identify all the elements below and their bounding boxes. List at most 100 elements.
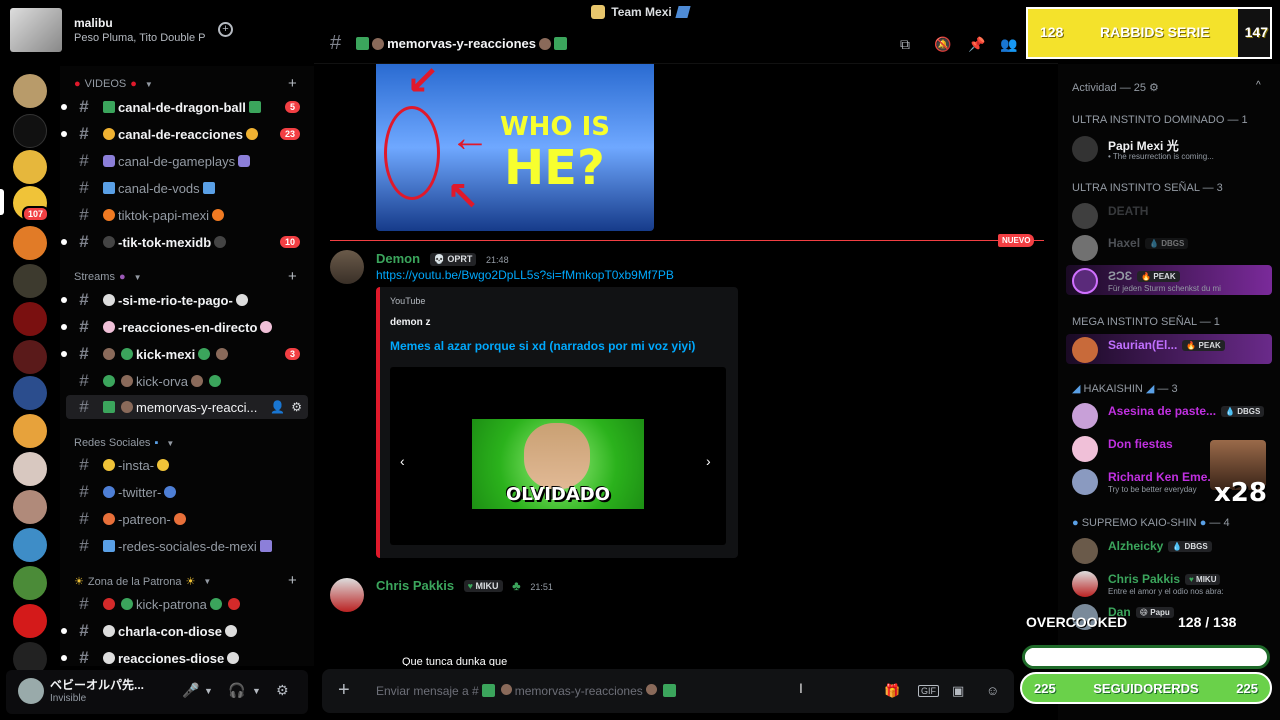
member-item[interactable]: Chris Pakkis ♥ MIKU Entre el amor y el od… [1066, 568, 1272, 598]
channel-twitter[interactable]: # -twitter- [66, 480, 308, 504]
member-name: Richard Ken Eme... [1108, 470, 1218, 484]
category-patrona[interactable]: ☀ Zona de la Patrona ☀ ▼ [74, 575, 211, 589]
member-item[interactable]: ƧƆƐ 🔥 PEAK Für jeden Sturm schenkst du mi [1066, 265, 1272, 295]
chevron-down-icon[interactable]: ▼ [204, 686, 213, 696]
channel-patreon[interactable]: # -patreon- [66, 507, 308, 531]
message-author[interactable]: Chris Pakkis [376, 578, 454, 593]
server-icon-5[interactable] [13, 226, 47, 260]
channel-si-me-rio[interactable]: # -si-me-rio-te-pago- [61, 288, 308, 312]
add-channel-icon[interactable]: + [288, 75, 297, 92]
gear-icon[interactable]: ⚙ [1149, 82, 1159, 94]
message-composer[interactable]: + Enviar mensaje a # memorvas-y-reaccione… [322, 669, 1014, 713]
server-icon-13[interactable] [13, 528, 47, 562]
gif-icon[interactable]: GIF [918, 685, 939, 697]
embed-player[interactable]: ‹ OLVIDADO › [390, 367, 726, 545]
message-link[interactable]: https://youtu.be/Bwgo2DpLL5s?si=fMmkopT0… [376, 268, 674, 282]
channel-gameplays[interactable]: # canal-de-gameplays [66, 149, 308, 173]
server-icon-7[interactable] [13, 302, 47, 336]
member-item[interactable]: Asesina de paste... 💧 DBGS [1066, 400, 1272, 430]
channel-kick-mexi[interactable]: # kick-mexi 3 [61, 342, 308, 366]
rat-emoji-icon [500, 684, 512, 695]
channel-reacciones-diose[interactable]: # reacciones-diose [61, 646, 308, 670]
gear-icon[interactable]: ⚙ [276, 682, 289, 699]
guild-tag-label: PEAK [1198, 341, 1221, 350]
server-icon-8[interactable] [13, 340, 47, 374]
channel-dragon-ball[interactable]: # canal-de-dragon-ball 5 [61, 95, 308, 119]
guild-tag: 💧 DBGS [1221, 406, 1265, 417]
avatar[interactable] [330, 578, 364, 612]
skull-icon [235, 294, 248, 306]
channel-insta[interactable]: # -insta- [66, 453, 308, 477]
member-item[interactable]: Saurian(El... 🔥 PEAK [1066, 334, 1272, 364]
add-channel-icon[interactable]: + [288, 572, 297, 589]
embed-thumbnail[interactable]: OLVIDADO [472, 419, 644, 509]
message-list: ↙ ← ↖ WHO IS HE? NUEVO Demon 💀 OPRT 21:4… [314, 64, 1058, 666]
yellow-circle-icon [103, 459, 115, 471]
channel-tiktok-papi[interactable]: # tiktok-papi-mexi [66, 203, 308, 227]
invite-user-icon[interactable]: 👤 [270, 400, 285, 414]
profile-header[interactable]: malibu Peso Pluma, Tito Double P + [0, 0, 250, 60]
server-icon-3[interactable] [13, 150, 47, 184]
message-author[interactable]: Demon [376, 251, 420, 266]
embed-title[interactable]: Memes al azar porque si xd (narrados por… [390, 339, 695, 353]
server-icon-europa[interactable] [13, 114, 47, 148]
channel-kick-patrona[interactable]: # kick-patrona [66, 592, 308, 616]
add-attachment-icon[interactable]: + [338, 679, 350, 702]
server-icon-12[interactable] [13, 490, 47, 524]
channel-redes-sociales[interactable]: # -redes-sociales-de-mexi [66, 534, 308, 558]
channel-memorvas[interactable]: # memorvas-y-reacci... 👤 ⚙ [66, 395, 308, 419]
member-list-icon[interactable]: 👥 [1000, 36, 1017, 53]
chevron-right-icon[interactable]: › [706, 453, 711, 469]
chevron-up-icon[interactable]: ^ [1256, 80, 1261, 91]
add-status-icon[interactable]: + [218, 22, 233, 37]
server-icon-1[interactable] [13, 74, 47, 108]
chevron-left-icon[interactable]: ‹ [400, 453, 405, 469]
category-redes[interactable]: Redes Sociales ▪ ▼ [74, 437, 174, 449]
server-icon-10[interactable] [13, 414, 47, 448]
pin-icon[interactable]: 📌 [968, 36, 985, 53]
embed-author[interactable]: demon z [390, 317, 431, 328]
orange-circle-icon [103, 513, 115, 525]
channel-charla-diose[interactable]: # charla-con-diose [61, 619, 308, 643]
rose-icon [227, 598, 240, 610]
channel-label: kick-mexi [136, 346, 196, 362]
channel-reacciones[interactable]: # canal-de-reacciones 23 [61, 122, 308, 146]
activity-header: Actividad — 25 ⚙ [1072, 81, 1159, 94]
avatar[interactable] [10, 8, 62, 52]
server-icon-9[interactable] [13, 376, 47, 410]
channel-tik-tok-mexidb[interactable]: # -tik-tok-mexidb 10 [61, 230, 308, 254]
member-item[interactable]: Papi Mexi 光 • The resurrection is coming… [1066, 133, 1272, 163]
add-channel-icon[interactable]: + [288, 268, 297, 285]
avatar[interactable] [18, 678, 44, 704]
notifications-muted-icon[interactable]: 🔕 [934, 36, 951, 53]
server-icon-14[interactable] [13, 566, 47, 600]
member-item[interactable]: Haxel 💧 DBGS [1066, 232, 1272, 262]
server-icon-11[interactable] [13, 452, 47, 486]
microphone-icon[interactable]: 🎤 [182, 682, 199, 699]
chevron-down-icon[interactable]: ▼ [252, 686, 261, 696]
channel-vods[interactable]: # canal-de-vods [66, 176, 308, 200]
category-videos[interactable]: ● VIDEOS ● ▼ [74, 78, 153, 90]
emoji-icon[interactable]: ☺ [986, 683, 999, 698]
message-image[interactable]: Que tunca dunka que [376, 596, 540, 666]
headphones-icon[interactable]: 🎧 [228, 682, 245, 699]
channel-reacciones-directo[interactable]: # -reacciones-en-directo [61, 315, 308, 339]
role-category: ULTRA INSTINTO DOMINADO — 1 [1072, 114, 1248, 126]
gift-icon[interactable]: 🎁 [884, 683, 900, 699]
composer-placeholder[interactable]: Enviar mensaje a # memorvas-y-reacciones [376, 684, 679, 698]
server-icon-15[interactable] [13, 604, 47, 638]
sticker-icon[interactable]: ▣ [952, 683, 964, 699]
avatar[interactable] [330, 250, 364, 284]
server-icon-6[interactable] [13, 264, 47, 298]
threads-icon[interactable]: ⧉ [900, 36, 910, 53]
overlay-progress-bar [1022, 645, 1270, 669]
gear-icon[interactable]: ⚙ [291, 400, 302, 414]
member-item[interactable]: Alzheicky 💧 DBGS [1066, 535, 1272, 565]
green-circle-icon [121, 598, 133, 610]
video-thumbnail[interactable]: ↙ ← ↖ WHO IS HE? [376, 64, 654, 231]
mention-badge: 3 [284, 348, 300, 360]
category-streams[interactable]: Streams ● ▼ [74, 271, 142, 283]
channel-kick-orva[interactable]: # kick-orva [66, 369, 308, 393]
member-item[interactable]: DEATH [1066, 200, 1272, 230]
member-name: ƧƆƐ 🔥 PEAK [1108, 269, 1180, 283]
